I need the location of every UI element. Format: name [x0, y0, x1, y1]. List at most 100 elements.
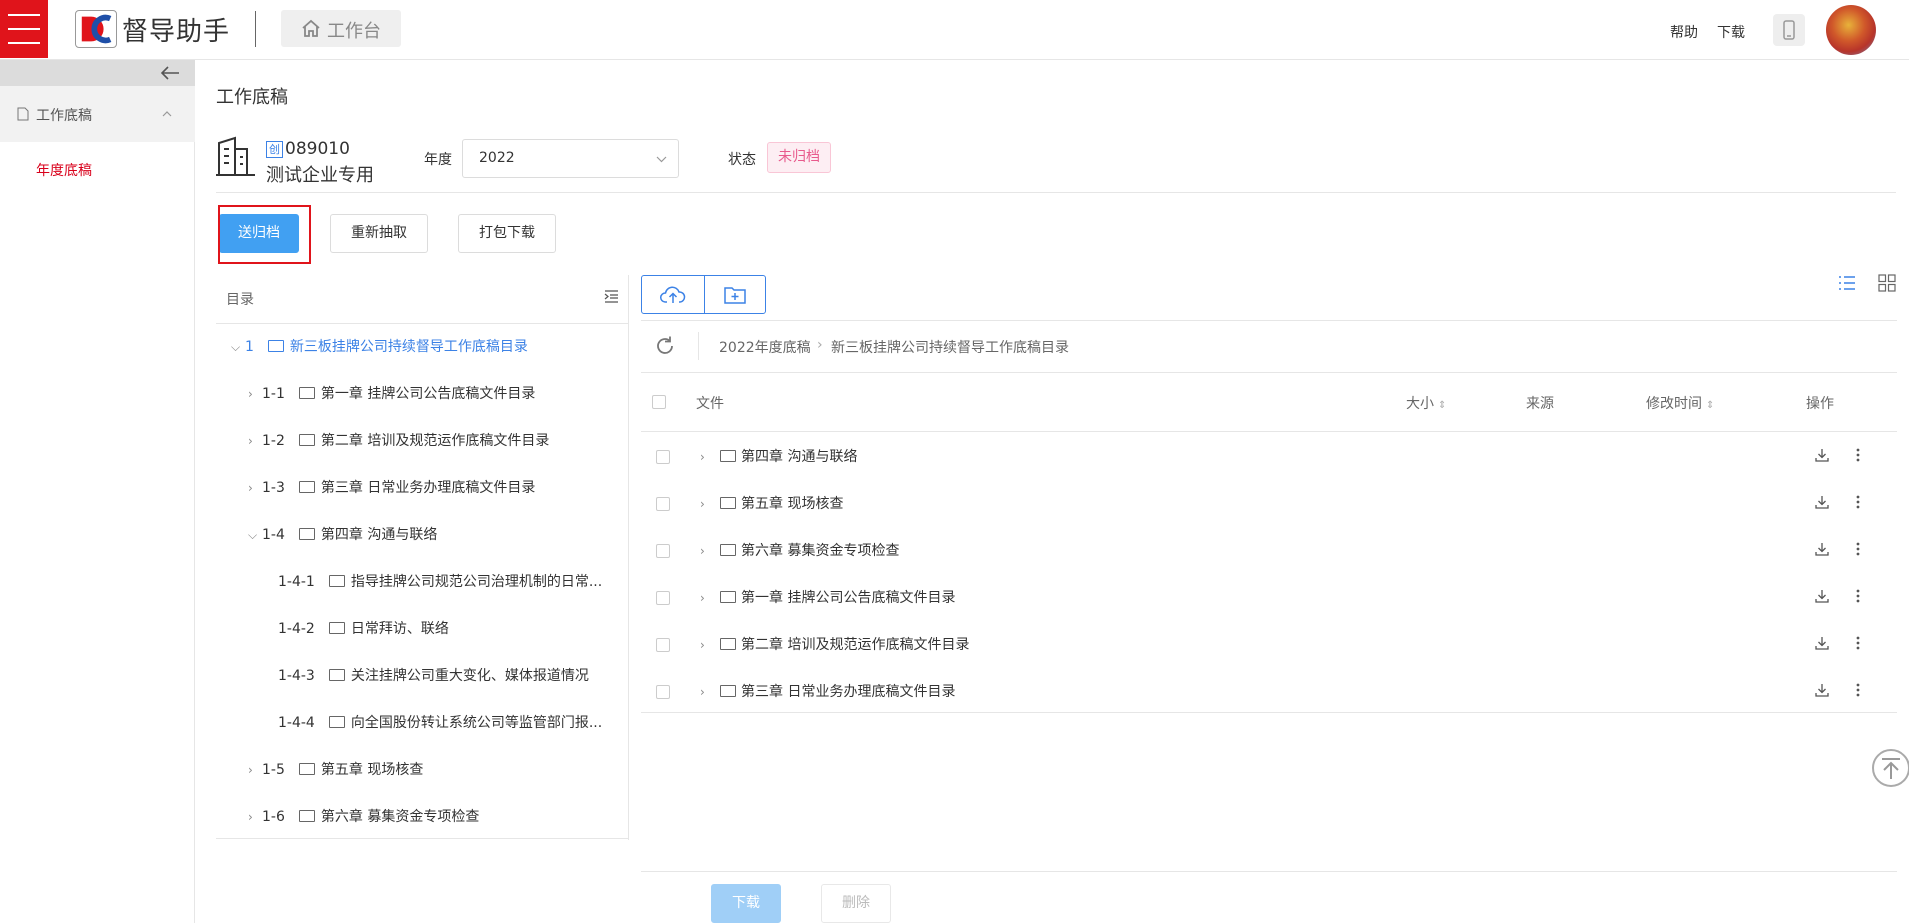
- year-label: 年度: [424, 152, 452, 168]
- year-select[interactable]: 2022: [462, 139, 679, 178]
- tree-item[interactable]: 1-4-4 向全国股份转让系统公司等监管部门报...: [278, 712, 602, 736]
- file-name[interactable]: › 第三章 日常业务办理底稿文件目录: [700, 681, 955, 701]
- tree-item[interactable]: › 1-1 第一章 挂牌公司公告底稿文件目录: [248, 383, 535, 407]
- list-view-icon[interactable]: [1838, 274, 1856, 292]
- select-all-checkbox[interactable]: [652, 395, 666, 409]
- back-to-top-icon[interactable]: [1872, 749, 1909, 787]
- tree-header: 目录: [226, 292, 254, 308]
- column-header-size[interactable]: 大小 ⇕: [1406, 393, 1446, 413]
- cloud-upload-icon[interactable]: [660, 285, 686, 305]
- column-header-file: 文件: [696, 396, 724, 412]
- row-checkbox[interactable]: [656, 497, 670, 511]
- top-header: 督导助手 工作台 帮助 下载: [0, 0, 1909, 60]
- download-icon[interactable]: [1814, 635, 1830, 651]
- chevron-down-icon[interactable]: ⌵: [231, 340, 245, 355]
- new-folder-icon[interactable]: [724, 285, 746, 304]
- sort-icon: ⇕: [1706, 400, 1715, 411]
- company-code: 089010: [285, 139, 350, 159]
- tree-item[interactable]: ⌵ 1-4 第四章 沟通与联络: [248, 524, 437, 548]
- tree-item[interactable]: › 1-6 第六章 募集资金专项检查: [248, 806, 479, 830]
- folder-icon: [328, 622, 345, 634]
- sort-icon: ⇕: [1438, 400, 1447, 411]
- menu-icon[interactable]: [0, 0, 48, 58]
- app-logo: [75, 10, 117, 48]
- sidebar: 工作底稿 年度底稿: [0, 60, 195, 923]
- chevron-right-icon[interactable]: ›: [700, 544, 720, 558]
- sidebar-collapse-bar: [0, 60, 195, 86]
- tree-header-divider: [216, 323, 629, 324]
- tree-item[interactable]: › 1-5 第五章 现场核查: [248, 759, 423, 783]
- tree-item[interactable]: ⌵ 1 新三板挂牌公司持续督导工作底稿目录: [231, 336, 528, 360]
- user-avatar[interactable]: [1826, 5, 1876, 55]
- column-header-actions: 操作: [1806, 396, 1834, 412]
- folder-icon: [298, 810, 315, 822]
- chevron-right-icon[interactable]: ›: [248, 434, 262, 448]
- chevron-right-icon[interactable]: ›: [248, 763, 262, 777]
- download-icon[interactable]: [1814, 588, 1830, 604]
- help-link[interactable]: 帮助: [1670, 22, 1698, 42]
- tree-item[interactable]: › 1-2 第二章 培训及规范运作底稿文件目录: [248, 430, 549, 454]
- chevron-right-icon[interactable]: ›: [700, 638, 720, 652]
- column-header-modified[interactable]: 修改时间 ⇕: [1646, 393, 1714, 413]
- collapse-arrow-icon[interactable]: [160, 65, 180, 81]
- mobile-icon[interactable]: [1773, 14, 1805, 46]
- more-icon[interactable]: [1850, 682, 1866, 698]
- chevron-right-icon[interactable]: ›: [248, 387, 262, 401]
- more-icon[interactable]: [1850, 494, 1866, 510]
- folder-icon: [720, 591, 736, 603]
- indent-icon[interactable]: [604, 290, 619, 303]
- download-icon[interactable]: [1814, 541, 1830, 557]
- column-header-source: 来源: [1526, 396, 1554, 412]
- download-icon[interactable]: [1814, 494, 1830, 510]
- document-icon: [17, 107, 29, 121]
- row-checkbox[interactable]: [656, 638, 670, 652]
- tree-item[interactable]: 1-4-1 指导挂牌公司规范公司治理机制的日常...: [278, 571, 602, 595]
- download-icon[interactable]: [1814, 682, 1830, 698]
- sidebar-item-annual-workpaper[interactable]: 年度底稿: [36, 160, 92, 180]
- workbench-button[interactable]: 工作台: [281, 10, 401, 47]
- grid-view-icon[interactable]: [1878, 274, 1896, 292]
- tree-item[interactable]: › 1-3 第三章 日常业务办理底稿文件目录: [248, 477, 535, 501]
- workbench-label: 工作台: [327, 21, 381, 42]
- row-checkbox[interactable]: [656, 450, 670, 464]
- chevron-down-icon[interactable]: ⌵: [248, 528, 262, 543]
- chevron-right-icon[interactable]: ›: [700, 450, 720, 464]
- status-label: 状态: [728, 152, 756, 168]
- more-icon[interactable]: [1850, 447, 1866, 463]
- row-checkbox[interactable]: [656, 544, 670, 558]
- more-icon[interactable]: [1850, 635, 1866, 651]
- download-icon[interactable]: [1814, 447, 1830, 463]
- header-divider: [255, 11, 256, 47]
- pack-download-button[interactable]: 打包下载: [458, 214, 556, 253]
- chevron-right-icon[interactable]: ›: [700, 591, 720, 605]
- reextract-button[interactable]: 重新抽取: [330, 214, 428, 253]
- delete-button[interactable]: 删除: [821, 884, 891, 923]
- file-name[interactable]: › 第四章 沟通与联络: [700, 446, 857, 466]
- tree-item[interactable]: 1-4-2 日常拜访、联络: [278, 618, 449, 642]
- chevron-up-icon: [162, 111, 172, 117]
- highlight-box: [218, 205, 311, 264]
- sidebar-group-workpapers[interactable]: 工作底稿: [0, 86, 195, 142]
- download-link[interactable]: 下载: [1717, 22, 1745, 42]
- folder-icon: [328, 669, 345, 681]
- file-name[interactable]: › 第二章 培训及规范运作底稿文件目录: [700, 634, 969, 654]
- tree-item[interactable]: 1-4-3 关注挂牌公司重大变化、媒体报道情况: [278, 665, 589, 689]
- row-checkbox[interactable]: [656, 591, 670, 605]
- chevron-right-icon[interactable]: ›: [700, 685, 720, 699]
- refresh-icon[interactable]: [654, 335, 676, 357]
- chevron-right-icon[interactable]: ›: [700, 497, 720, 511]
- file-name[interactable]: › 第一章 挂牌公司公告底稿文件目录: [700, 587, 955, 607]
- chevron-right-icon[interactable]: ›: [248, 481, 262, 495]
- more-icon[interactable]: [1850, 588, 1866, 604]
- download-button[interactable]: 下载: [711, 884, 781, 923]
- folder-icon: [328, 716, 345, 728]
- file-name[interactable]: › 第五章 现场核查: [700, 493, 843, 513]
- sidebar-group-label: 工作底稿: [36, 108, 92, 124]
- chevron-right-icon[interactable]: ›: [248, 810, 262, 824]
- row-checkbox[interactable]: [656, 685, 670, 699]
- more-icon[interactable]: [1850, 541, 1866, 557]
- breadcrumb-separator-bar: [698, 332, 699, 360]
- folder-open-icon: [298, 528, 315, 540]
- file-name[interactable]: › 第六章 募集资金专项检查: [700, 540, 899, 560]
- breadcrumb-item[interactable]: 2022年度底稿: [719, 337, 811, 357]
